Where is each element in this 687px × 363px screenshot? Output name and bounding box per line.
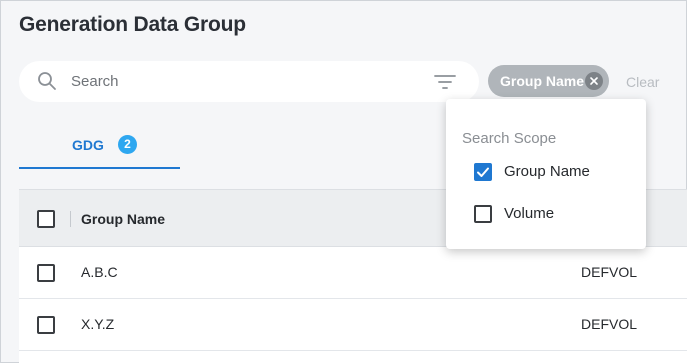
page-title: Generation Data Group — [19, 13, 246, 36]
column-header-group-name: Group Name — [81, 211, 166, 227]
search-input[interactable] — [71, 69, 421, 94]
group-name-cell: A.B.C — [81, 264, 118, 280]
select-all-checkbox[interactable] — [37, 210, 55, 228]
checkmark-icon — [477, 167, 489, 177]
search-scope-dropdown: Search Scope Group Name Volume — [446, 99, 646, 249]
scope-option-group-name[interactable]: Group Name — [474, 160, 634, 184]
column-divider — [70, 211, 71, 227]
group-name-cell: X.Y.Z — [81, 316, 115, 332]
filter-chip-label: Group Name — [500, 73, 585, 89]
tab-gdg[interactable]: GDG 2 — [19, 121, 180, 169]
scope-option-volume[interactable]: Volume — [474, 202, 634, 226]
tab-count-badge: 2 — [118, 135, 137, 154]
search-scope-title: Search Scope — [462, 130, 557, 147]
close-icon[interactable] — [585, 72, 603, 90]
table-row[interactable]: X.Y.Z DEFVOL — [19, 299, 687, 351]
filter-chip-group-name: Group Name — [488, 65, 609, 97]
scope-checkbox-volume[interactable] — [474, 205, 492, 223]
scope-option-label: Group Name — [504, 163, 590, 180]
volume-cell: DEFVOL — [581, 316, 638, 332]
clear-filters-button[interactable]: Clear — [626, 74, 659, 90]
scope-option-label: Volume — [504, 205, 555, 222]
table-row[interactable]: A.B.C DEFVOL — [19, 247, 687, 299]
tab-label: GDG — [72, 137, 104, 153]
row-checkbox[interactable] — [37, 316, 55, 334]
row-checkbox[interactable] — [37, 264, 55, 282]
filter-icon[interactable] — [434, 73, 456, 91]
search-icon — [37, 71, 57, 91]
volume-cell: DEFVOL — [581, 264, 638, 280]
search-bar — [19, 61, 479, 102]
scope-checkbox-group-name[interactable] — [474, 163, 492, 181]
